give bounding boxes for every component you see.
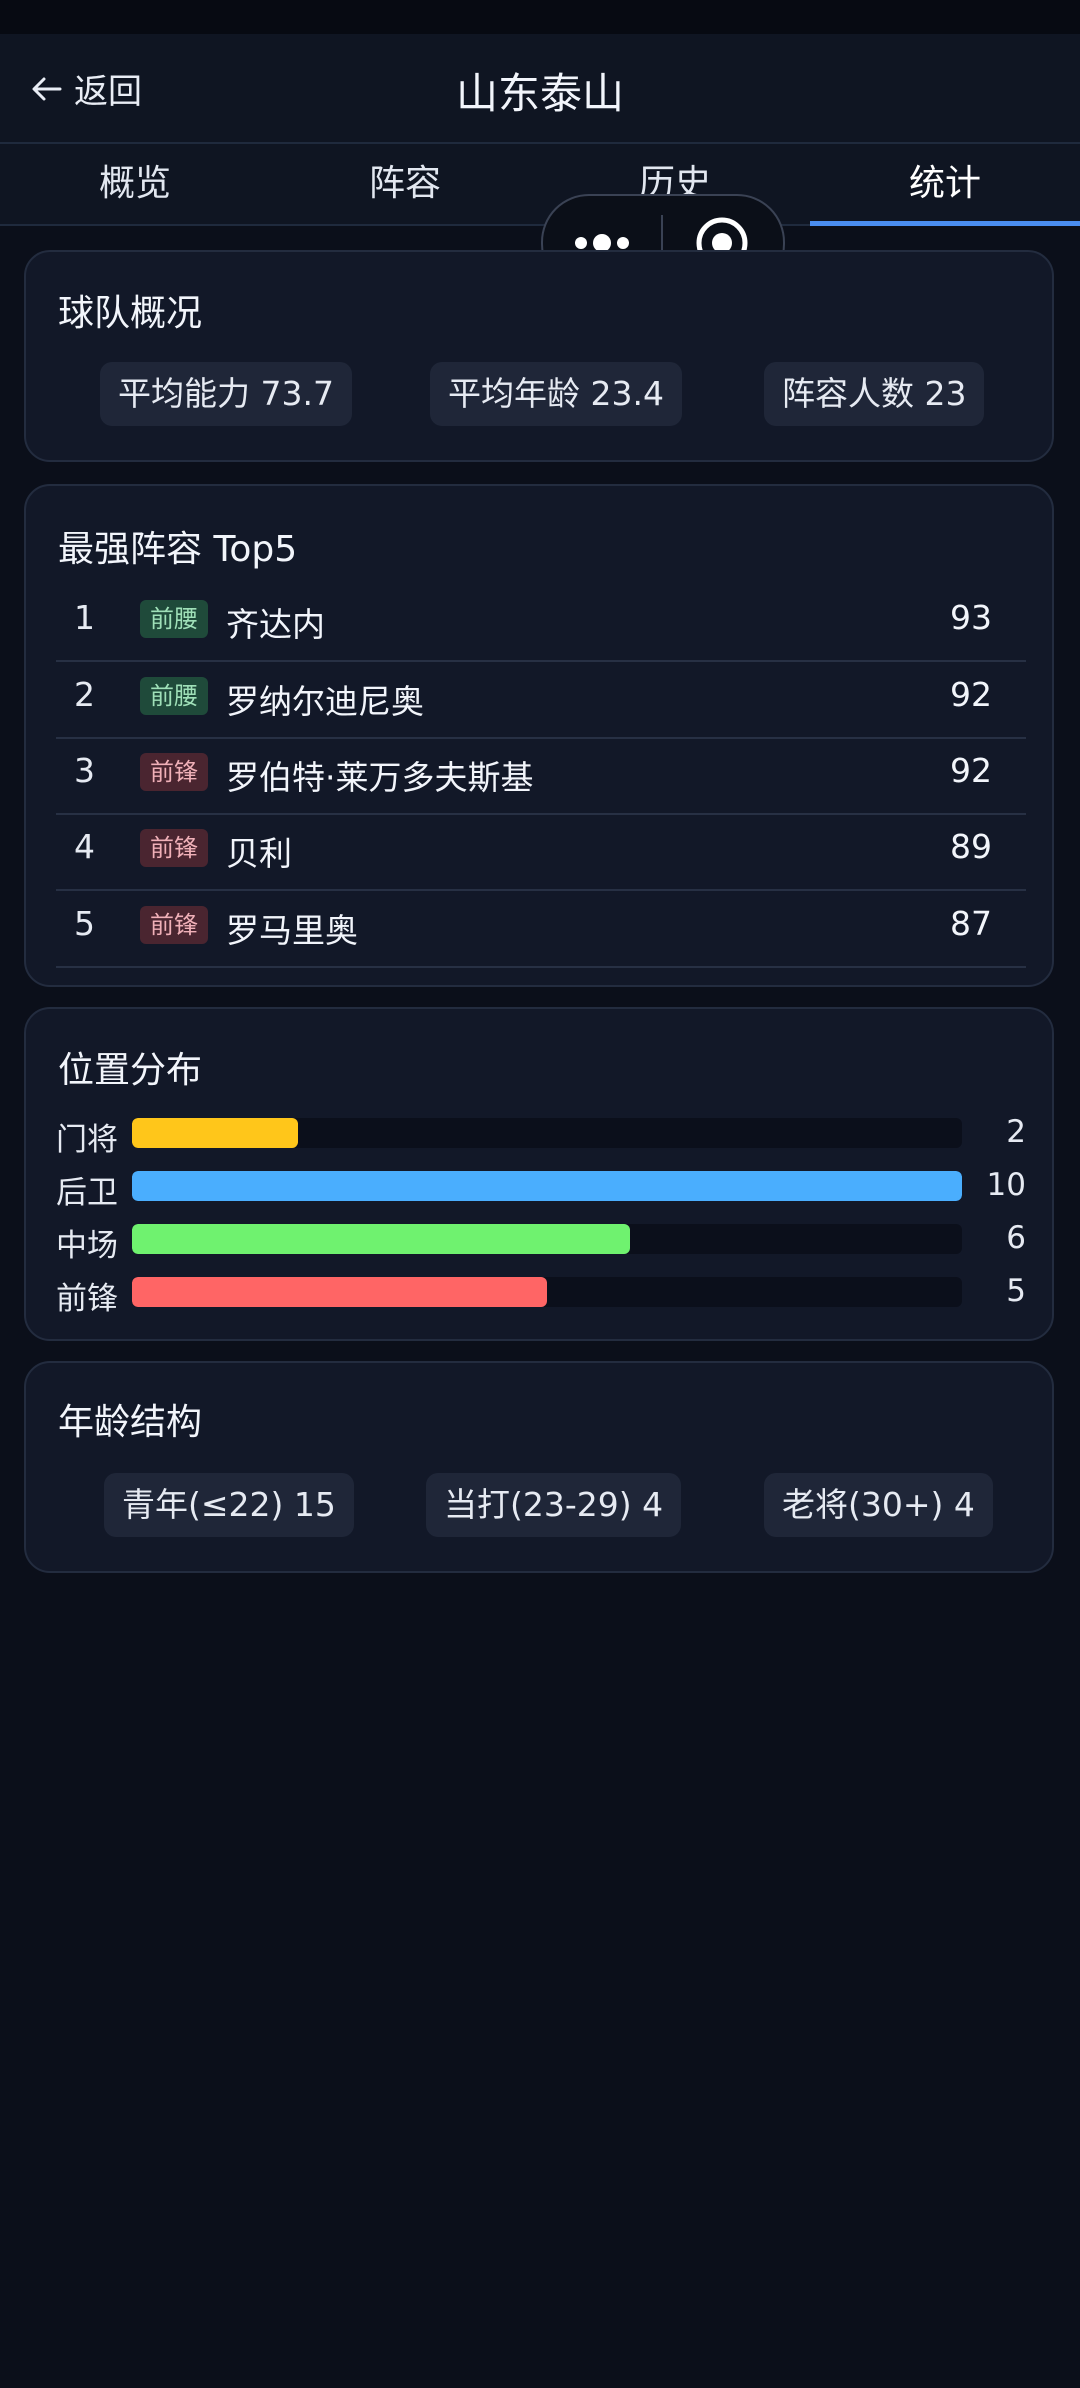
position-badge: 前锋: [140, 753, 208, 791]
player-row[interactable]: 5 前锋 罗马里奥 87: [56, 890, 1026, 968]
position-bar-track: [132, 1171, 962, 1201]
age-structure-card: 年龄结构 青年(≤22) 15 当打(23-29) 4 老将(30+) 4: [24, 1361, 1054, 1573]
player-rank: 4: [74, 827, 95, 866]
tab-stats[interactable]: 统计: [810, 144, 1080, 226]
player-row[interactable]: 4 前锋 贝利 89: [56, 813, 1026, 891]
top5-card: 最强阵容 Top5 1 前腰 齐达内 93 2 前腰 罗纳尔迪尼奥 92 3 前…: [24, 484, 1054, 987]
overview-title: 球队概况: [58, 293, 203, 334]
position-bar-track: [132, 1277, 962, 1307]
status-bar: [0, 0, 1080, 34]
position-row: 门将 2: [56, 1112, 1046, 1158]
player-rank: 3: [74, 751, 95, 790]
youth-chip: 青年(≤22) 15: [104, 1473, 354, 1537]
player-row[interactable]: 3 前锋 罗伯特·莱万多夫斯基 92: [56, 737, 1026, 815]
more-icon: [575, 237, 587, 249]
position-bar-track: [132, 1224, 962, 1254]
player-score: 92: [950, 675, 992, 714]
player-rank: 1: [74, 598, 95, 637]
ages-title: 年龄结构: [58, 1402, 203, 1443]
position-badge: 前腰: [140, 600, 208, 638]
position-badge: 前锋: [140, 829, 208, 867]
player-rank: 2: [74, 675, 95, 714]
position-bar-fill: [132, 1277, 547, 1307]
player-score: 93: [950, 598, 992, 637]
page-title: 山东泰山: [455, 69, 624, 118]
player-name: 罗马里奥: [226, 911, 358, 950]
position-count: 5: [1006, 1273, 1026, 1309]
player-rank: 5: [74, 904, 95, 943]
prime-chip: 当打(23-29) 4: [426, 1473, 682, 1537]
tab-bar: 概览 阵容 历史 统计: [0, 144, 1080, 226]
player-row[interactable]: 2 前腰 罗纳尔迪尼奥 92: [56, 661, 1026, 739]
position-label: 门将: [56, 1122, 118, 1158]
squad-size-chip: 阵容人数 23: [764, 362, 985, 426]
position-badge: 前腰: [140, 677, 208, 715]
position-label: 前锋: [56, 1281, 118, 1317]
tab-roster[interactable]: 阵容: [270, 144, 540, 224]
positions-title: 位置分布: [58, 1050, 203, 1091]
tab-overview[interactable]: 概览: [0, 144, 270, 224]
position-row: 中场 6: [56, 1218, 1046, 1264]
player-score: 87: [950, 904, 992, 943]
overview-card: 球队概况 平均能力 73.7 平均年龄 23.4 阵容人数 23: [24, 250, 1054, 462]
nav-bar: 返回 山东泰山: [0, 34, 1080, 144]
veteran-chip: 老将(30+) 4: [764, 1473, 993, 1537]
position-distribution-card: 位置分布 门将 2 后卫 10 中场 6 前锋 5: [24, 1007, 1054, 1341]
position-bar-track: [132, 1118, 962, 1148]
position-label: 后卫: [56, 1175, 118, 1211]
player-name: 罗纳尔迪尼奥: [226, 682, 424, 721]
player-name: 罗伯特·莱万多夫斯基: [226, 758, 534, 797]
player-score: 89: [950, 827, 992, 866]
player-name: 齐达内: [226, 605, 325, 644]
position-bar-fill: [132, 1118, 298, 1148]
player-score: 92: [950, 751, 992, 790]
top5-title: 最强阵容 Top5: [58, 529, 298, 570]
player-name: 贝利: [226, 834, 292, 873]
position-count: 6: [1006, 1220, 1026, 1256]
player-row[interactable]: 1 前腰 齐达内 93: [56, 584, 1026, 662]
position-count: 2: [1006, 1114, 1026, 1150]
avg-age-chip: 平均年龄 23.4: [430, 362, 682, 426]
position-row: 前锋 5: [56, 1271, 1046, 1317]
position-badge: 前锋: [140, 906, 208, 944]
avg-ability-chip: 平均能力 73.7: [100, 362, 352, 426]
position-bar-fill: [132, 1171, 962, 1201]
position-label: 中场: [56, 1228, 118, 1264]
position-bar-fill: [132, 1224, 630, 1254]
position-count: 10: [986, 1167, 1026, 1203]
position-row: 后卫 10: [56, 1165, 1046, 1211]
